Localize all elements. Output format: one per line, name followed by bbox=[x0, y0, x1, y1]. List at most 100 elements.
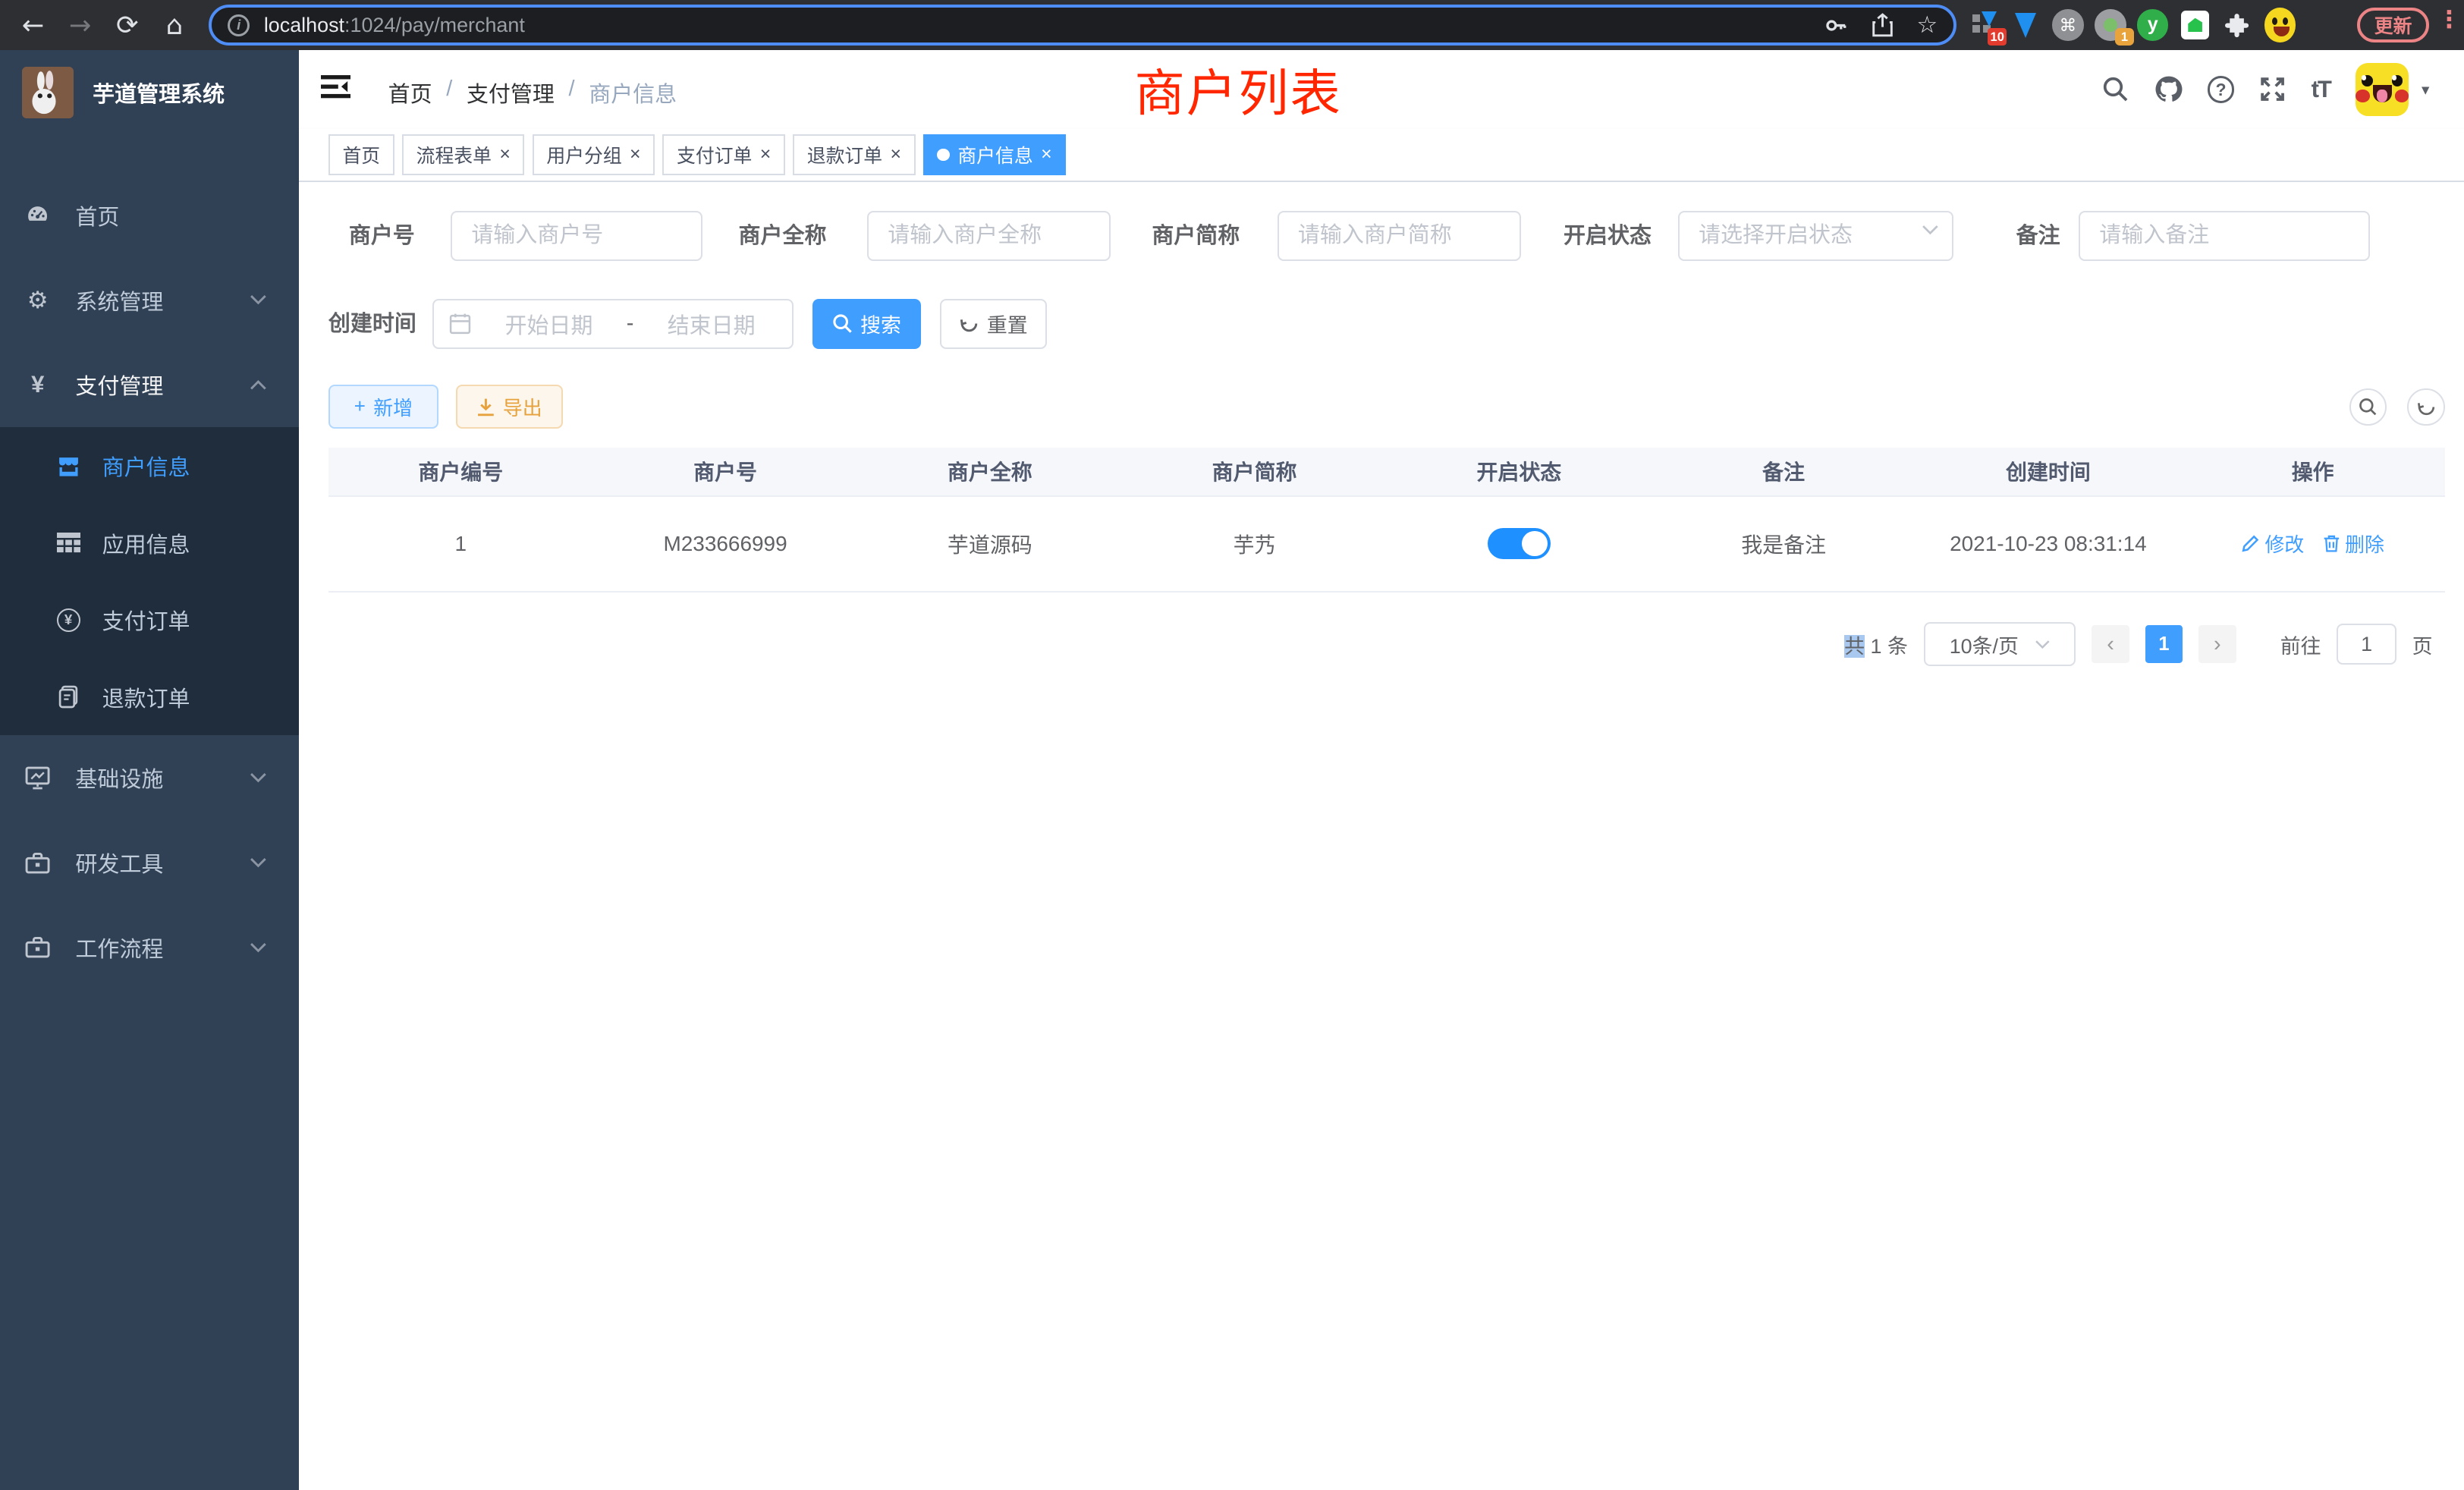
browser-menu-icon[interactable]: ⋮ bbox=[2437, 6, 2461, 33]
share-icon[interactable] bbox=[1871, 13, 1894, 38]
back-icon[interactable]: ← bbox=[9, 5, 56, 46]
page-size-select[interactable]: 10条/页 bbox=[1924, 622, 2076, 666]
breadcrumb-separator: / bbox=[446, 77, 452, 108]
sidebar-item-label: 支付管理 bbox=[75, 369, 163, 401]
tag-refund-order[interactable]: 退款订单× bbox=[793, 134, 915, 175]
extension-switcher-icon[interactable]: 1 bbox=[2095, 9, 2126, 40]
breadcrumb-separator: / bbox=[569, 77, 575, 108]
sidebar-item-label: 退款订单 bbox=[102, 681, 190, 713]
prev-page-button[interactable]: ‹ bbox=[2092, 625, 2129, 663]
reload-icon[interactable]: ⟳ bbox=[104, 5, 151, 46]
url-path: :1024/pay/merchant bbox=[344, 14, 525, 36]
chrome-update-button[interactable]: 更新 bbox=[2357, 8, 2429, 42]
sidebar-item-refund-order[interactable]: 退款订单 bbox=[0, 659, 299, 735]
reset-button[interactable]: 重置 bbox=[940, 299, 1047, 349]
page-1-button[interactable]: 1 bbox=[2145, 625, 2183, 663]
sidebar-item-dev-tools[interactable]: 研发工具 bbox=[0, 820, 299, 905]
total-value: 1 bbox=[1871, 635, 1882, 658]
extension-command-icon[interactable]: ⌘ bbox=[2052, 9, 2083, 40]
sidebar-item-payment[interactable]: ¥ 支付管理 bbox=[0, 343, 299, 428]
column-header: 商户全称 bbox=[857, 456, 1122, 486]
font-size-icon[interactable]: tT bbox=[2312, 76, 2330, 103]
column-header: 创建时间 bbox=[1916, 456, 2181, 486]
monitor-chart-icon bbox=[25, 765, 50, 791]
pagination: 共 1 条 10条/页 ‹ 1 › 前往 页 bbox=[1844, 622, 2432, 666]
address-bar[interactable]: i localhost:1024/pay/merchant ☆ bbox=[209, 5, 1956, 46]
close-icon[interactable]: × bbox=[499, 144, 511, 165]
search-button[interactable]: 搜索 bbox=[812, 299, 921, 349]
add-button[interactable]: + 新增 bbox=[328, 385, 438, 429]
sidebar-item-system[interactable]: ⚙ 系统管理 bbox=[0, 258, 299, 343]
sidebar-item-workflow[interactable]: 工作流程 bbox=[0, 905, 299, 990]
close-icon[interactable]: × bbox=[630, 144, 641, 165]
status-select[interactable] bbox=[1678, 211, 1953, 261]
bookmark-star-icon[interactable]: ☆ bbox=[1916, 11, 1938, 39]
remark-input[interactable] bbox=[2079, 211, 2369, 261]
tag-label: 用户分组 bbox=[546, 141, 621, 168]
calendar-icon bbox=[449, 313, 471, 335]
page-size-value: 10条/页 bbox=[1950, 630, 2019, 659]
profile-avatar-icon[interactable] bbox=[2264, 9, 2296, 40]
date-range-picker[interactable]: 开始日期 - 结束日期 bbox=[432, 299, 794, 349]
close-icon[interactable]: × bbox=[890, 144, 901, 165]
add-button-label: 新增 bbox=[373, 393, 413, 421]
sidebar-item-infra[interactable]: 基础设施 bbox=[0, 735, 299, 820]
close-icon[interactable]: × bbox=[1041, 144, 1052, 165]
status-label: 开启状态 bbox=[1564, 211, 1652, 261]
extensions-strip: 10 ⌘ 1 y bbox=[1967, 0, 2296, 50]
github-icon[interactable] bbox=[2154, 75, 2183, 103]
status-select-input[interactable] bbox=[1678, 211, 1953, 261]
search-icon[interactable] bbox=[2102, 76, 2129, 102]
full-name-input[interactable] bbox=[867, 211, 1111, 261]
sidebar-item-label: 应用信息 bbox=[102, 527, 190, 559]
home-icon[interactable]: ⌂ bbox=[151, 5, 198, 46]
extension-y-icon[interactable]: y bbox=[2137, 9, 2168, 40]
extension-blocker-icon[interactable]: 10 bbox=[1967, 9, 1998, 40]
sidebar-collapse-icon[interactable] bbox=[321, 74, 350, 100]
extension-doc-icon[interactable] bbox=[2180, 9, 2211, 40]
toggle-search-button[interactable] bbox=[2349, 388, 2387, 426]
status-toggle[interactable] bbox=[1488, 528, 1551, 559]
close-icon[interactable]: × bbox=[760, 144, 772, 165]
sidebar-item-merchant-info[interactable]: 商户信息 bbox=[0, 427, 299, 504]
annotation-merchant-list: 商户列表 bbox=[1135, 53, 1342, 126]
fullscreen-icon[interactable] bbox=[2259, 76, 2286, 102]
help-icon[interactable]: ? bbox=[2208, 76, 2234, 102]
export-button[interactable]: 导出 bbox=[456, 385, 563, 429]
sidebar-item-home[interactable]: 首页 bbox=[0, 173, 299, 258]
chevron-down-icon bbox=[250, 857, 267, 868]
extensions-puzzle-icon[interactable] bbox=[2222, 9, 2253, 40]
page-content: 商户号 商户全称 商户简称 开启状态 备注 创建时间 开始日期 - 结束日期 bbox=[299, 182, 2464, 1486]
tag-process-form[interactable]: 流程表单× bbox=[402, 134, 524, 175]
sidebar-item-app-info[interactable]: 应用信息 bbox=[0, 505, 299, 581]
sidebar-item-pay-order[interactable]: ¥ 支付订单 bbox=[0, 581, 299, 658]
avatar-caret-icon[interactable]: ▾ bbox=[2422, 80, 2429, 99]
create-time-label: 创建时间 bbox=[328, 299, 416, 349]
edit-button[interactable]: 修改 bbox=[2241, 530, 2304, 558]
delete-button[interactable]: 删除 bbox=[2323, 530, 2384, 558]
extension-gem-icon[interactable] bbox=[2010, 9, 2041, 40]
app-logo[interactable]: 芋道管理系统 bbox=[0, 50, 299, 135]
logo-rabbit-image bbox=[22, 67, 74, 118]
refresh-button[interactable] bbox=[2407, 388, 2445, 426]
goto-page-input[interactable] bbox=[2337, 624, 2396, 665]
tag-merchant-info[interactable]: 商户信息× bbox=[923, 134, 1066, 175]
password-key-icon[interactable] bbox=[1824, 13, 1849, 38]
breadcrumb-payment[interactable]: 支付管理 bbox=[467, 77, 555, 108]
forward-icon[interactable]: → bbox=[57, 5, 104, 46]
tag-label: 首页 bbox=[342, 141, 380, 168]
sidebar-item-label: 工作流程 bbox=[75, 932, 163, 963]
tag-home[interactable]: 首页 bbox=[328, 134, 394, 175]
tag-user-group[interactable]: 用户分组 × bbox=[533, 134, 655, 175]
next-page-button[interactable]: › bbox=[2198, 625, 2236, 663]
sidebar-submenu-payment: 商户信息 应用信息 ¥ 支付订单 退款订单 bbox=[0, 427, 299, 735]
user-avatar[interactable] bbox=[2356, 63, 2409, 116]
breadcrumb-home[interactable]: 首页 bbox=[388, 77, 432, 108]
full-name-label: 商户全称 bbox=[739, 211, 827, 261]
browser-window: ← → ⟳ ⌂ i localhost:1024/pay/merchant ☆ … bbox=[0, 0, 2464, 1490]
url-text[interactable]: localhost:1024/pay/merchant bbox=[264, 14, 1824, 37]
merchant-no-input[interactable] bbox=[451, 211, 702, 261]
tag-pay-order[interactable]: 支付订单× bbox=[662, 134, 784, 175]
site-info-icon[interactable]: i bbox=[228, 14, 250, 36]
short-name-input[interactable] bbox=[1278, 211, 1521, 261]
